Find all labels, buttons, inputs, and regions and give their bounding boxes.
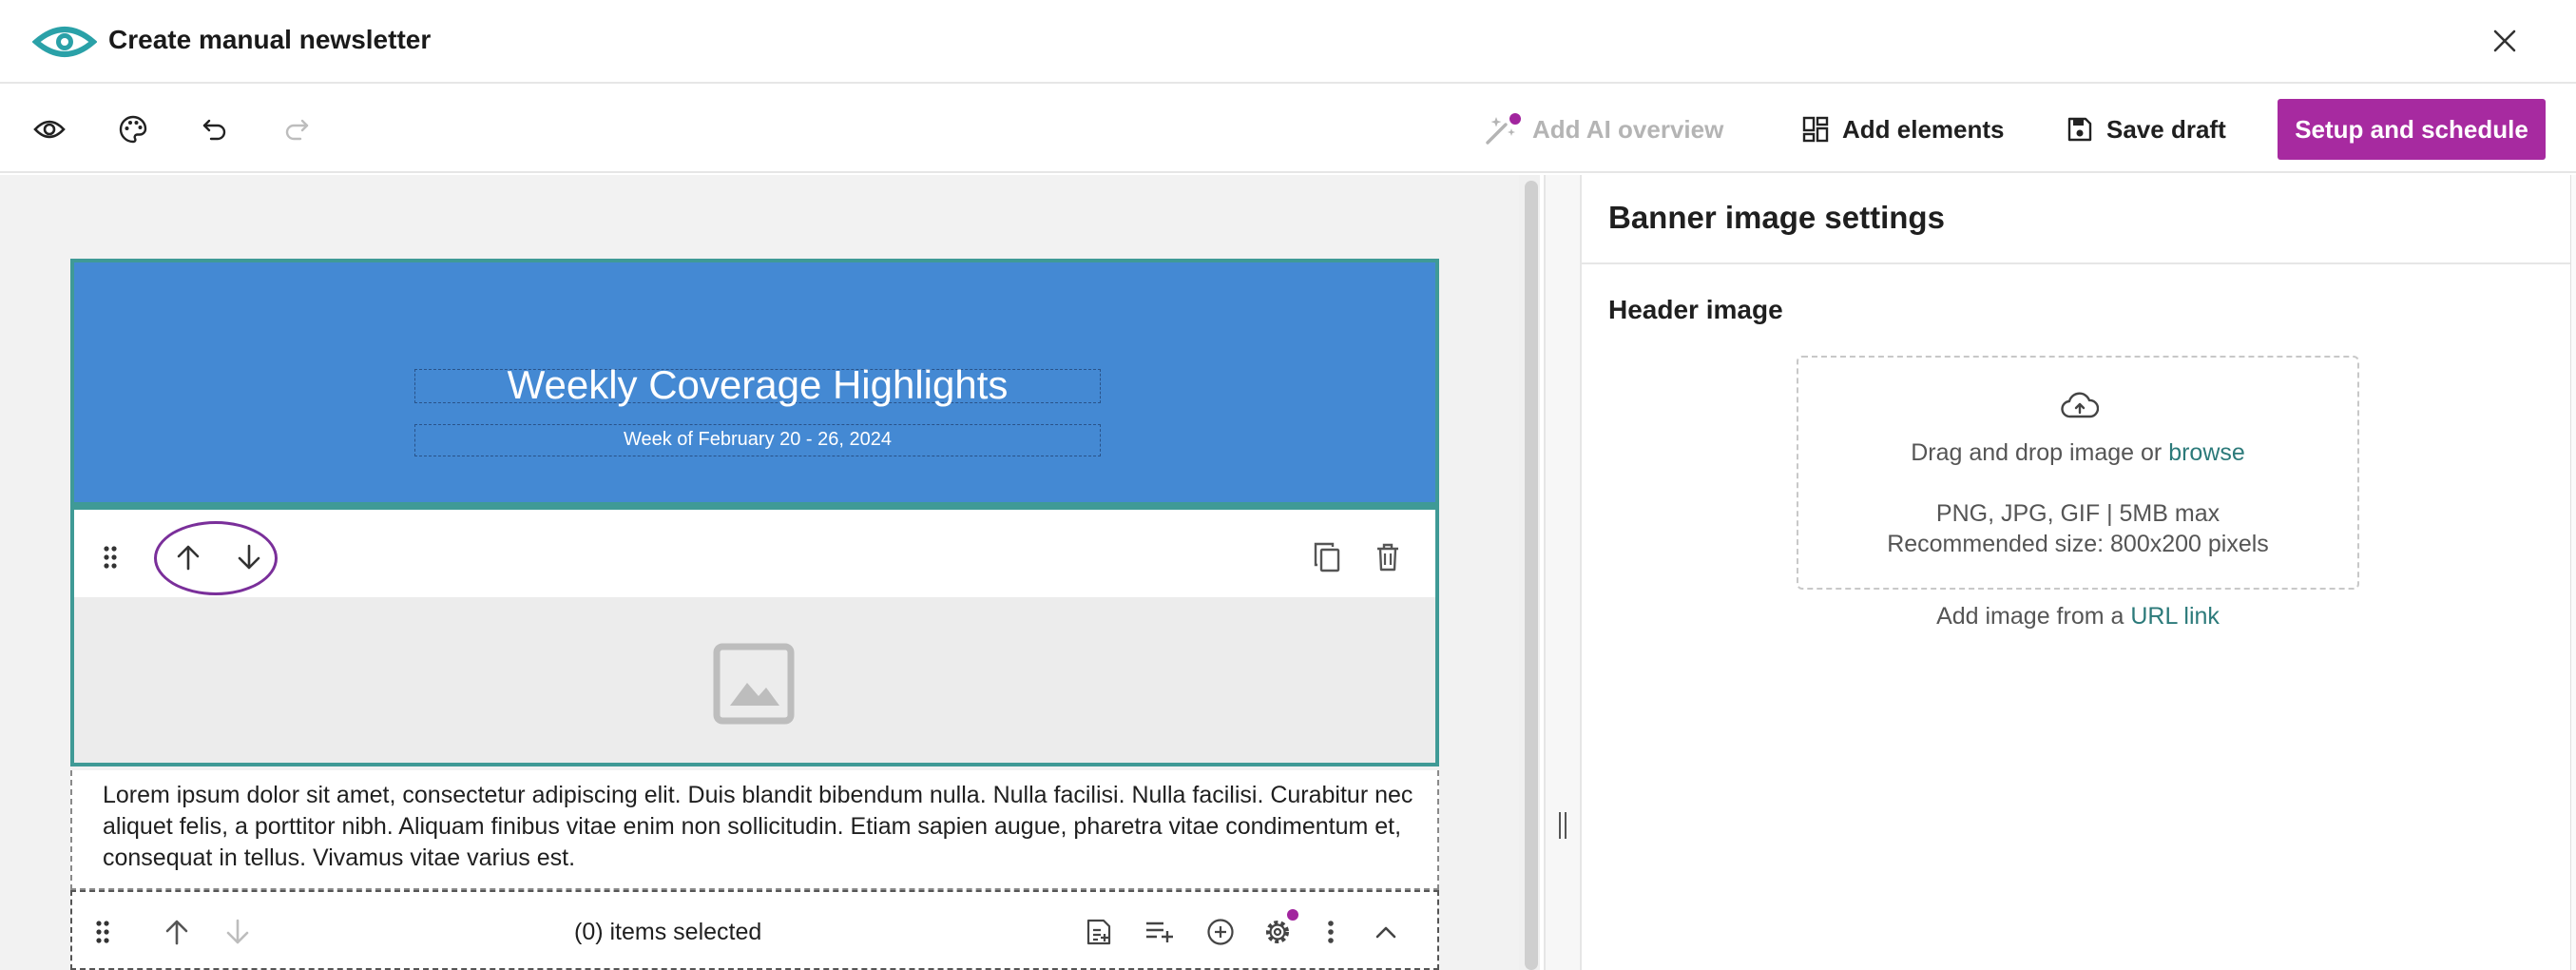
- more-options-button[interactable]: [1312, 913, 1350, 951]
- section-drag-handle[interactable]: [84, 913, 122, 951]
- section-move-down-button[interactable]: [219, 913, 257, 951]
- playlist-add-icon: [1146, 922, 1173, 942]
- move-up-button[interactable]: [169, 538, 207, 576]
- magic-wand-icon: [1483, 111, 1521, 147]
- dropzone-instruction: Drag and drop image or browse: [1798, 439, 2357, 467]
- setup-and-schedule-button[interactable]: Setup and schedule: [2278, 99, 2546, 160]
- redo-icon: [285, 119, 309, 141]
- url-import-line: Add image from a URL link: [1797, 603, 2359, 630]
- undo-icon: [202, 119, 226, 141]
- drag-handle[interactable]: [91, 538, 129, 576]
- text-block-content[interactable]: Lorem ipsum dolor sit amet, consectetur …: [103, 780, 1414, 874]
- image-placeholder[interactable]: [74, 597, 1435, 763]
- section-move-up-button[interactable]: [158, 913, 196, 951]
- add-to-list-button[interactable]: [1141, 913, 1179, 951]
- page-title: Create manual newsletter: [108, 25, 432, 54]
- window-edge: [2570, 175, 2576, 970]
- gear-icon: [1266, 921, 1289, 943]
- drag-handle-icon: [104, 546, 117, 569]
- banner-title[interactable]: Weekly Coverage Highlights: [415, 362, 1100, 408]
- banner-subtitle[interactable]: Week of February 20 - 26, 2024: [415, 429, 1100, 451]
- preview-button[interactable]: [29, 108, 70, 150]
- banner-title-box[interactable]: Weekly Coverage Highlights: [414, 362, 1101, 407]
- arrow-down-icon: [238, 544, 260, 570]
- banner-block[interactable]: Weekly Coverage Highlights Week of Febru…: [70, 259, 1439, 766]
- duplicate-button[interactable]: [1308, 538, 1346, 576]
- selection-toolbar: (0) items selected: [70, 890, 1439, 970]
- close-button[interactable]: [2485, 21, 2525, 61]
- move-down-button[interactable]: [230, 538, 268, 576]
- dropzone-text: Drag and drop image or: [1911, 439, 2163, 466]
- banner-subtitle-box[interactable]: Week of February 20 - 26, 2024: [414, 424, 1101, 456]
- dropzone-recommended-size: Recommended size: 800x200 pixels: [1887, 531, 2269, 557]
- redo-button[interactable]: [276, 108, 317, 150]
- url-link[interactable]: URL link: [2130, 603, 2220, 630]
- image-placeholder-icon: [713, 643, 795, 725]
- save-draft-label: Save draft: [2106, 114, 2226, 144]
- text-block[interactable]: Lorem ipsum dolor sit amet, consectetur …: [70, 770, 1439, 890]
- note-add-icon: [1086, 919, 1111, 945]
- undo-button[interactable]: [194, 108, 236, 150]
- banner-image[interactable]: Weekly Coverage Highlights Week of Febru…: [74, 262, 1435, 510]
- settings-notification-dot: [1287, 909, 1298, 921]
- chevron-up-icon: [1375, 926, 1396, 939]
- dashboard-icon: [1802, 116, 1829, 143]
- add-ai-overview-label: Add AI overview: [1532, 114, 1724, 144]
- banner-settings-panel: Banner image settings Header image Drag …: [1582, 175, 2576, 970]
- collapse-button[interactable]: [1367, 913, 1405, 951]
- arrow-up-icon: [177, 545, 200, 571]
- title-bar: Create manual newsletter: [0, 0, 2576, 84]
- save-draft-button[interactable]: Save draft: [2067, 103, 2226, 156]
- arrow-up-icon: [165, 920, 188, 945]
- copy-icon: [1314, 542, 1340, 572]
- drag-handle-icon: [96, 921, 109, 943]
- url-import-text: Add image from a: [1936, 603, 2124, 630]
- add-block-button[interactable]: [1201, 913, 1240, 951]
- items-selected-count: (0) items selected: [574, 919, 762, 945]
- theme-button[interactable]: [112, 108, 154, 150]
- eye-icon: [33, 120, 66, 139]
- resize-grip-icon: [1559, 812, 1568, 839]
- block-settings-button[interactable]: [1259, 909, 1298, 951]
- add-ai-overview-button[interactable]: Add AI overview: [1483, 103, 1723, 156]
- header-image-heading: Header image: [1608, 295, 1783, 324]
- eye-logo-icon: [32, 27, 97, 57]
- panel-title: Banner image settings: [1608, 200, 1945, 235]
- image-dropzone[interactable]: Drag and drop image or browse PNG, JPG, …: [1797, 356, 2359, 590]
- add-elements-label: Add elements: [1842, 114, 2005, 144]
- palette-icon: [119, 115, 147, 144]
- editor-toolbar: Add AI overview Add elements Save draft …: [0, 86, 2576, 173]
- panel-resize-handle[interactable]: [1544, 175, 1582, 970]
- more-vertical-icon: [1328, 921, 1334, 943]
- block-controls: [74, 517, 1435, 597]
- browse-link[interactable]: browse: [2168, 439, 2245, 466]
- ai-notification-dot: [1509, 113, 1521, 125]
- close-icon: [2493, 29, 2516, 52]
- delete-button[interactable]: [1369, 538, 1407, 576]
- save-icon: [2067, 117, 2092, 142]
- arrow-down-icon: [226, 919, 249, 944]
- cloud-upload-icon: [2061, 392, 2099, 418]
- add-elements-button[interactable]: Add elements: [1802, 103, 2005, 156]
- panel-divider: [1582, 262, 2576, 264]
- add-circle-icon: [1207, 919, 1234, 945]
- canvas-scrollbar-thumb[interactable]: [1525, 181, 1538, 970]
- dropzone-formats: PNG, JPG, GIF | 5MB max: [1935, 500, 2220, 527]
- trash-icon: [1377, 543, 1398, 572]
- add-note-button[interactable]: [1080, 913, 1118, 951]
